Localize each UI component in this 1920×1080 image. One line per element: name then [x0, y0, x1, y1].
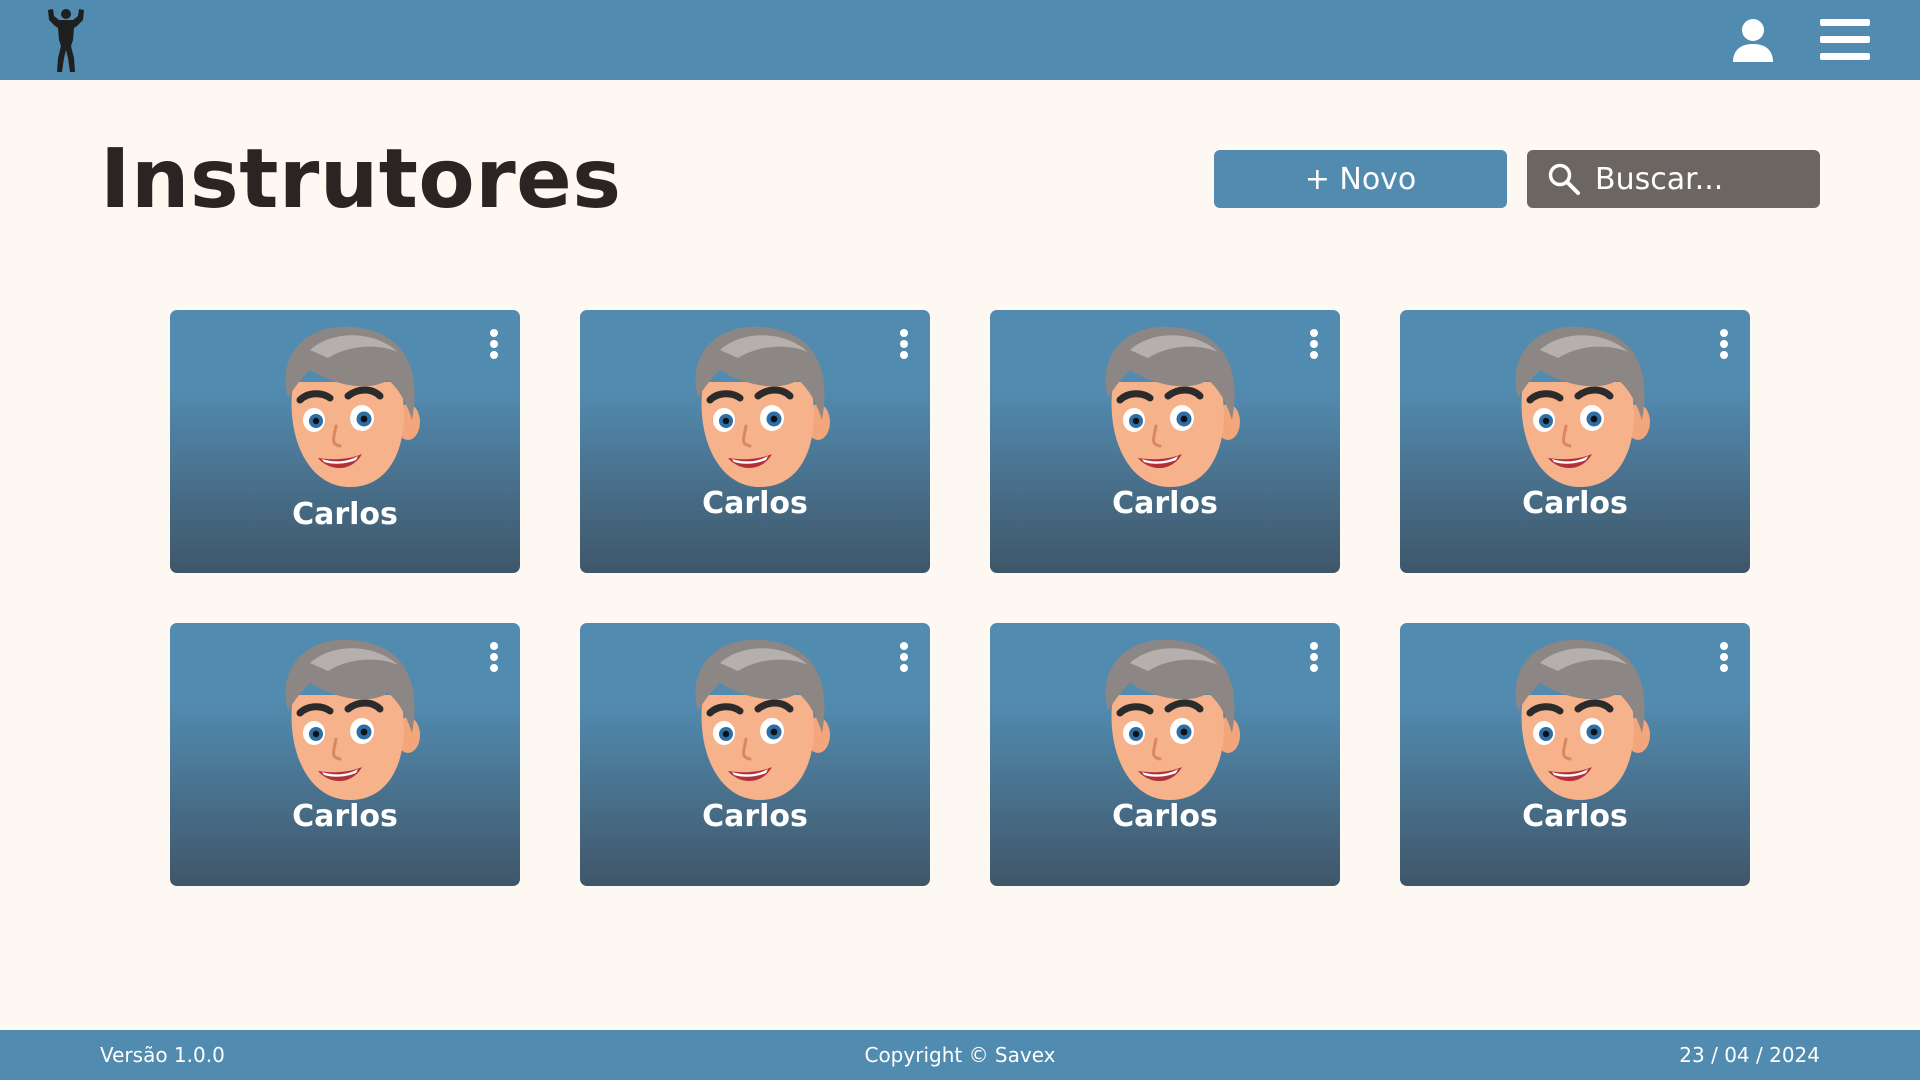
- date-label: 23 / 04 / 2024: [1679, 1043, 1820, 1067]
- footer: Versão 1.0.0 Copyright © Savex 23 / 04 /…: [0, 1030, 1920, 1080]
- instructor-avatar: [1105, 639, 1240, 800]
- hamburger-menu-icon[interactable]: [1820, 17, 1870, 63]
- more-options-icon[interactable]: [1308, 328, 1320, 360]
- more-options-icon[interactable]: [898, 641, 910, 673]
- more-options-icon[interactable]: [1718, 641, 1730, 673]
- new-instructor-button[interactable]: + Novo: [1214, 150, 1507, 208]
- instructor-name: Carlos: [1112, 486, 1218, 521]
- instructor-card[interactable]: Carlos: [1400, 623, 1750, 886]
- instructor-card[interactable]: Carlos: [990, 623, 1340, 886]
- instructor-avatar: [695, 639, 830, 800]
- instructor-name: Carlos: [292, 799, 398, 834]
- more-options-icon[interactable]: [1718, 328, 1730, 360]
- instructor-name: Carlos: [1522, 486, 1628, 521]
- search-placeholder: Buscar...: [1595, 161, 1724, 197]
- instructor-card[interactable]: Carlos: [170, 623, 520, 886]
- bodybuilder-logo-icon[interactable]: [44, 6, 88, 74]
- top-bar: [0, 0, 1920, 80]
- instructor-avatar: [695, 326, 830, 487]
- more-options-icon[interactable]: [1308, 641, 1320, 673]
- more-options-icon[interactable]: [488, 641, 500, 673]
- search-icon: [1548, 163, 1580, 195]
- instructor-name: Carlos: [702, 799, 808, 834]
- search-input[interactable]: Buscar...: [1527, 150, 1820, 208]
- instructor-avatar: [285, 326, 420, 487]
- instructor-card[interactable]: Carlos: [580, 623, 930, 886]
- copyright-label: Copyright © Savex: [864, 1043, 1056, 1067]
- instructor-avatar: [1515, 639, 1650, 800]
- instructor-name: Carlos: [702, 486, 808, 521]
- more-options-icon[interactable]: [898, 328, 910, 360]
- instructor-avatar: [1515, 326, 1650, 487]
- instructor-card[interactable]: Carlos: [170, 310, 520, 573]
- page-title: Instrutores: [100, 132, 622, 227]
- instructor-card[interactable]: Carlos: [1400, 310, 1750, 573]
- user-icon[interactable]: [1728, 16, 1778, 66]
- instructor-avatar: [1105, 326, 1240, 487]
- instructor-name: Carlos: [1522, 799, 1628, 834]
- instructor-avatar: [285, 639, 420, 800]
- instructor-name: Carlos: [292, 497, 398, 532]
- instructor-name: Carlos: [1112, 799, 1218, 834]
- instructor-card[interactable]: Carlos: [580, 310, 930, 573]
- more-options-icon[interactable]: [488, 328, 500, 360]
- instructor-card[interactable]: Carlos: [990, 310, 1340, 573]
